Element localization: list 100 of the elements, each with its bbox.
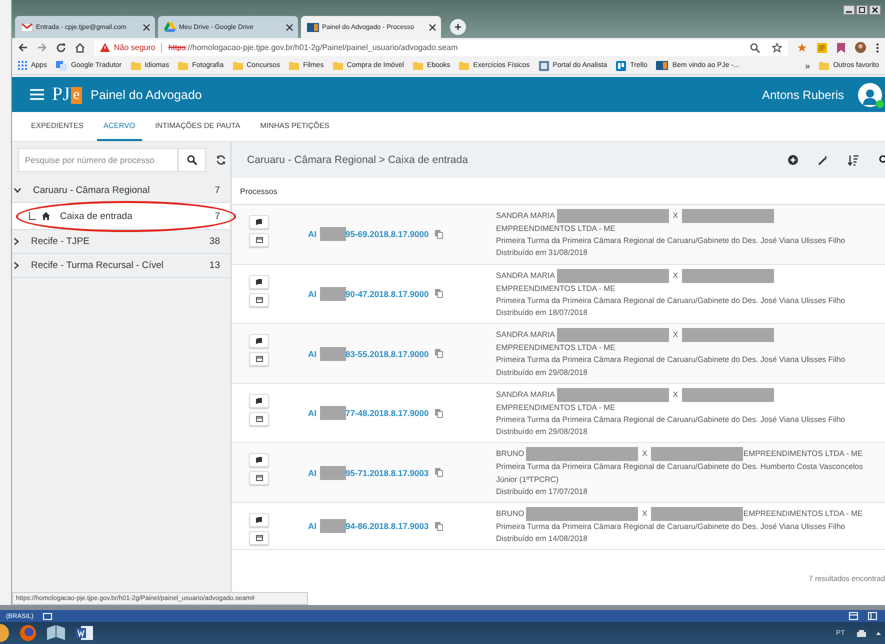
copy-icon[interactable] [434, 349, 443, 358]
calendar-button[interactable] [249, 412, 269, 426]
person-icon [863, 88, 877, 104]
folder-icon [819, 61, 830, 70]
details-button[interactable] [249, 513, 269, 528]
new-tab-button[interactable]: + [450, 19, 466, 35]
book-icon[interactable] [46, 625, 66, 641]
calendar-button[interactable] [249, 531, 269, 546]
user-avatar[interactable] [858, 82, 882, 106]
folder-icon [332, 61, 343, 70]
copy-icon[interactable] [434, 289, 443, 298]
chevron-down-icon[interactable] [14, 188, 21, 193]
book-icon [256, 398, 262, 404]
board-icon [616, 60, 626, 70]
layout-icon[interactable] [849, 612, 858, 620]
copy-icon[interactable] [434, 468, 443, 478]
keyboard-icon[interactable] [43, 612, 52, 620]
apps-grid-icon [18, 61, 27, 70]
refresh-icon[interactable] [216, 155, 226, 165]
calendar-icon [256, 237, 262, 243]
copy-icon[interactable] [434, 408, 443, 418]
zoom-icon [750, 42, 760, 52]
redaction-bar [320, 466, 346, 480]
redaction-bar [320, 519, 346, 534]
url-text: ://homologacao-pje.tjpe.gov.br/h01-2g/Painel/painel_usuario/advogado.seam [186, 43, 459, 52]
redaction-bar [320, 346, 346, 361]
folder-icon [289, 61, 300, 70]
calendar-button[interactable] [249, 233, 269, 247]
reload-icon[interactable] [56, 42, 66, 52]
more-icon[interactable] [876, 42, 879, 52]
chevron-right-icon[interactable] [14, 238, 19, 245]
maximize-icon[interactable] [856, 5, 868, 15]
details-button[interactable] [249, 453, 269, 468]
caret-up-icon[interactable] [876, 632, 881, 634]
layout-icon[interactable] [868, 612, 877, 620]
back-arrow-icon[interactable] [18, 43, 28, 52]
process-class[interactable]: AI [308, 521, 316, 532]
chevron-right-icon[interactable] [14, 262, 19, 269]
document-app-icon[interactable] [76, 625, 94, 641]
calendar-icon [256, 535, 262, 542]
item-count: 7 [214, 210, 220, 222]
item-count: 13 [209, 260, 220, 271]
book-icon [256, 517, 262, 524]
close-icon[interactable] [869, 5, 881, 15]
process-class[interactable]: AI [308, 408, 316, 418]
mail-icon [21, 22, 33, 32]
home-icon[interactable] [75, 42, 85, 52]
close-icon[interactable] [286, 24, 293, 30]
item-count: 38 [209, 236, 220, 247]
printer-icon[interactable] [857, 630, 866, 636]
tree-item[interactable]: Recife - TJPE 38 [12, 230, 230, 254]
folder-icon [459, 61, 470, 70]
menu-icon[interactable] [30, 89, 44, 100]
more-bookmarks-button[interactable]: » [805, 60, 810, 70]
calendar-icon [256, 356, 262, 362]
user-name[interactable]: Antons Ruberis [762, 88, 844, 102]
process-number-link[interactable]: 90-47.2018.8.17.9000 [346, 288, 429, 299]
details-button[interactable] [249, 394, 269, 408]
calendar-button[interactable] [249, 471, 269, 486]
details-button[interactable] [249, 215, 269, 229]
browser-globe-icon[interactable] [20, 625, 36, 641]
add-icon[interactable] [788, 155, 798, 165]
calendar-icon [256, 296, 262, 303]
tree-item[interactable]: Recife - Turma Recursal - Cível 13 [12, 254, 230, 278]
folder-icon [232, 61, 243, 70]
address-field[interactable]: Não seguro https://homologacao-pje.tjpe.gov.br/h01-2g/Painel/painel_usuario/advogado.seam [94, 40, 788, 56]
star-icon[interactable] [797, 42, 807, 52]
page-icon [538, 60, 549, 70]
close-icon[interactable] [429, 24, 436, 30]
star-icon[interactable] [772, 42, 782, 52]
process-number-link[interactable]: 94-86.2018.8.17.9003 [346, 521, 429, 532]
security-warning: Não seguro [114, 43, 156, 52]
magic-wand-icon[interactable] [818, 155, 828, 165]
sort-icon[interactable] [848, 154, 859, 166]
minimize-icon[interactable] [843, 5, 855, 15]
copy-icon[interactable] [434, 522, 443, 531]
process-number-link[interactable]: 77-48.2018.8.17.9000 [346, 408, 429, 418]
calendar-button[interactable] [249, 292, 269, 307]
translate-icon [56, 60, 67, 70]
search-field[interactable]: Pesquise por número de processo [18, 148, 178, 172]
app-logo: PJ e [52, 84, 82, 106]
folder-icon [178, 61, 188, 70]
folder-icon [130, 61, 141, 70]
search-button[interactable] [178, 148, 206, 172]
note-icon[interactable] [817, 42, 827, 52]
home-icon [42, 212, 50, 220]
process-class[interactable]: AI [308, 288, 316, 299]
pje-logo-icon [307, 22, 319, 32]
details-button[interactable] [249, 334, 269, 348]
details-button[interactable] [249, 274, 269, 289]
tree-branch-icon [29, 212, 36, 220]
pje-logo-icon [656, 61, 668, 70]
copy-icon[interactable] [434, 230, 443, 239]
bookmark-icon[interactable] [837, 42, 845, 52]
forward-arrow-icon[interactable] [37, 43, 47, 52]
book-icon [256, 338, 262, 344]
url-scheme: https [168, 43, 186, 52]
calendar-button[interactable] [249, 352, 269, 366]
avatar-icon[interactable] [855, 42, 866, 53]
close-icon[interactable] [143, 24, 150, 30]
